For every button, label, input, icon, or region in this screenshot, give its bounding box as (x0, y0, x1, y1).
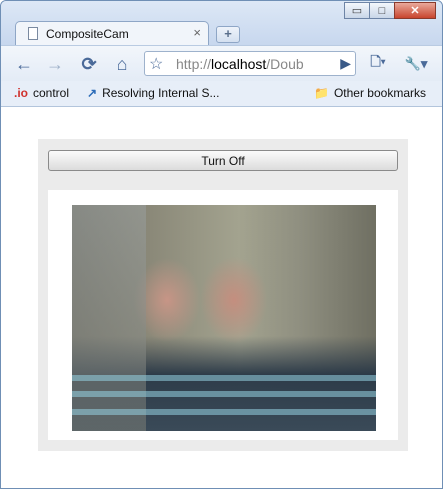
close-window-button[interactable]: ✕ (394, 2, 436, 19)
shirt-stripe (72, 391, 376, 397)
folder-icon: 📁 (314, 86, 329, 100)
url-host: localhost (211, 56, 267, 72)
webcam-composite-image (72, 205, 376, 431)
bookmark-label: Resolving Internal S... (102, 86, 220, 100)
bookmarks-bar: .io control ↗ Resolving Internal S... 📁 Oth… (1, 81, 442, 107)
close-tab-icon[interactable]: × (193, 25, 201, 40)
go-icon[interactable]: ▶ (340, 55, 351, 72)
maximize-button[interactable]: □ (369, 2, 395, 19)
browser-window: ▭ □ ✕ CompositeCam × + ← → ⟳ ⌂ ☆ http://… (0, 0, 443, 489)
minimize-button[interactable]: ▭ (344, 2, 370, 19)
camera-panel: Turn Off (38, 139, 408, 451)
other-bookmarks-label: Other bookmarks (333, 86, 426, 100)
url-path: /Doub (266, 56, 304, 72)
bookmark-label: control (33, 86, 70, 100)
address-bar[interactable]: ☆ http://localhost/Doub ▶ (144, 51, 356, 76)
wrench-menu-icon[interactable]: 🔧▾ (399, 52, 433, 76)
io-icon: .io (14, 86, 28, 100)
page-icon (28, 27, 38, 40)
bookmark-star-icon[interactable]: ☆ (149, 54, 163, 74)
toolbar: ← → ⟳ ⌂ ☆ http://localhost/Doub ▶ 🗋▾ 🔧▾ (1, 45, 442, 82)
tab-compositecam[interactable]: CompositeCam × (15, 21, 209, 46)
reload-icon[interactable]: ⟳ (77, 52, 101, 76)
title-bar: ▭ □ ✕ CompositeCam × + (1, 1, 442, 46)
window-controls: ▭ □ ✕ (344, 2, 436, 19)
shirt-stripe (72, 375, 376, 381)
forward-icon[interactable]: → (43, 52, 67, 76)
bookmark-link-icon: ↗ (87, 86, 98, 100)
bookmark-control[interactable]: .io control (14, 86, 69, 100)
video-overlay-layer (72, 205, 146, 431)
turn-off-button[interactable]: Turn Off (48, 150, 398, 171)
shirt-stripe (72, 409, 376, 415)
new-tab-button[interactable]: + (216, 26, 240, 43)
tab-title: CompositeCam (46, 27, 129, 41)
back-icon[interactable]: ← (12, 52, 36, 76)
page-content: Turn Off (1, 107, 442, 488)
url-scheme: http:// (176, 56, 212, 72)
url-text[interactable]: http://localhost/Doub (176, 56, 326, 72)
bookmark-resolving[interactable]: ↗ Resolving Internal S... (87, 86, 219, 100)
home-icon[interactable]: ⌂ (110, 52, 134, 76)
video-frame (48, 190, 398, 440)
other-bookmarks[interactable]: 📁 Other bookmarks (314, 86, 426, 100)
page-menu-icon[interactable]: 🗋▾ (361, 52, 395, 76)
